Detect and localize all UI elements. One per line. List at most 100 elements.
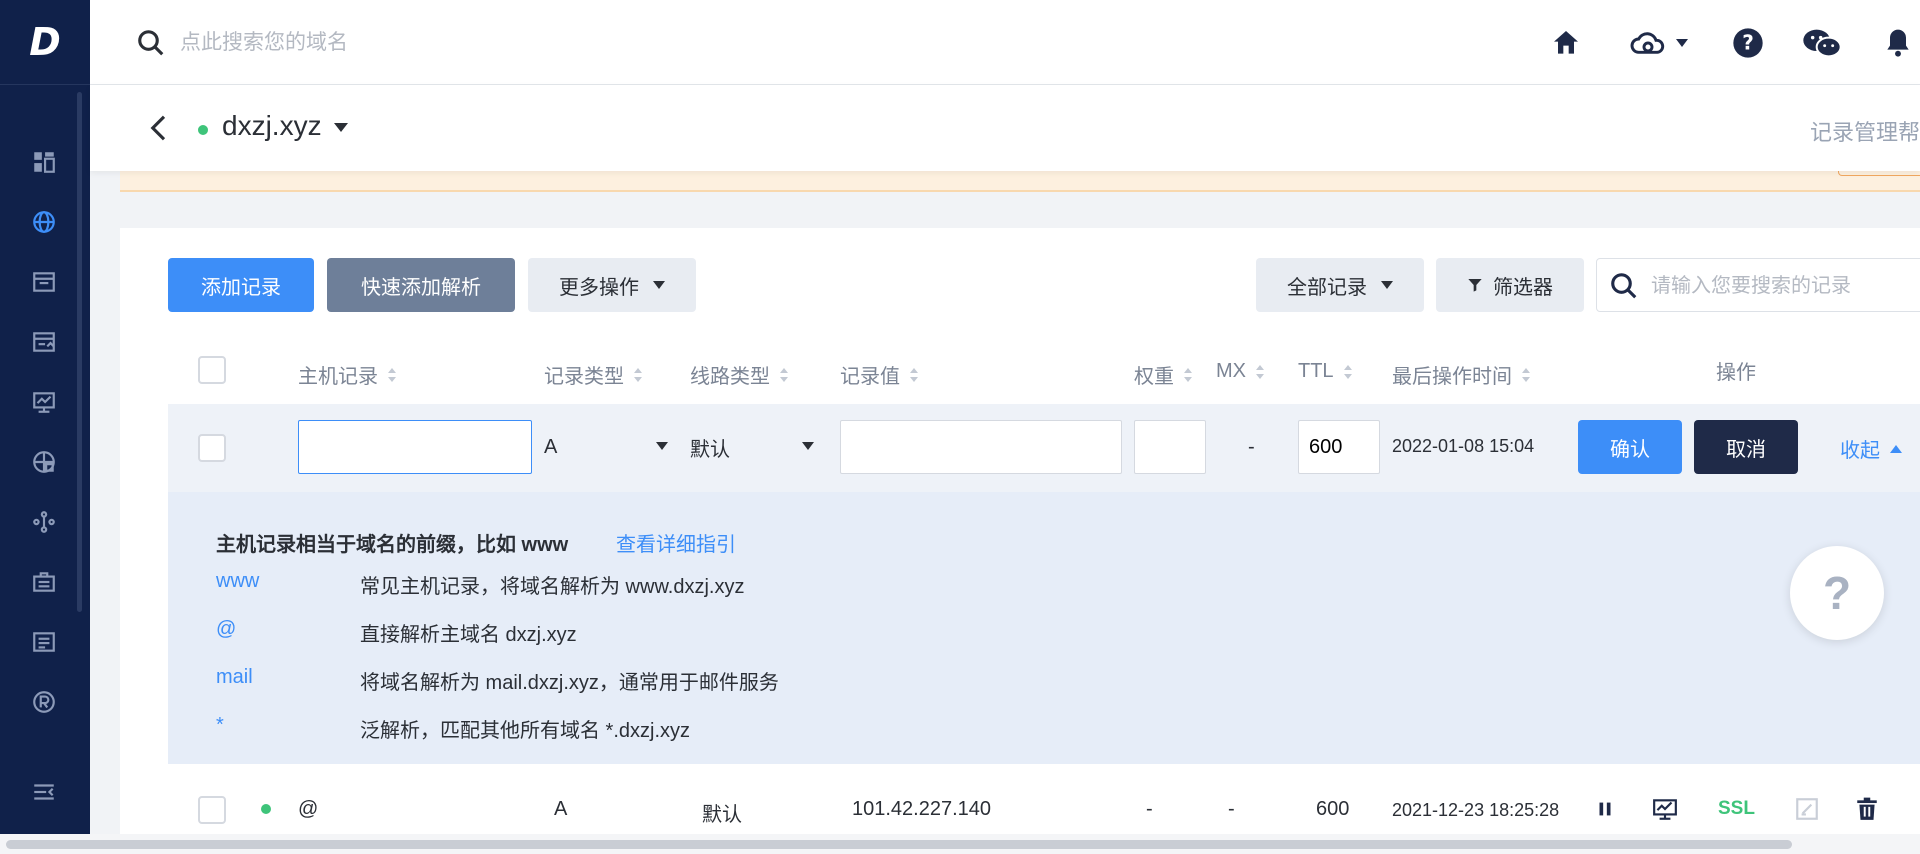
column-header-label: 权重 <box>1134 366 1174 388</box>
host-record-guide: 主机记录相当于域名的前缀，比如 www 查看详细指引 www 常见主机记录，将域… <box>168 492 1920 764</box>
sort-icon <box>1343 364 1352 379</box>
help-button[interactable]: ? <box>1732 24 1764 62</box>
add-record-button[interactable]: 添加记录 <box>168 258 314 312</box>
horizontal-scrollbar-thumb[interactable] <box>6 840 1792 849</box>
sidebar-collapse-button[interactable] <box>26 774 62 810</box>
column-header-line[interactable]: 线路类型 <box>690 360 788 389</box>
home-icon <box>1554 31 1578 54</box>
collapse-label: 收起 <box>1840 440 1880 462</box>
search-icon <box>1611 273 1637 299</box>
record-search-box[interactable] <box>1596 258 1920 312</box>
chevron-down-icon <box>653 281 665 289</box>
record-help-link[interactable]: 记录管理帮 <box>1810 115 1920 147</box>
wechat-button[interactable] <box>1802 24 1842 62</box>
column-header-ttl[interactable]: TTL <box>1298 360 1352 383</box>
document-icon <box>33 632 55 652</box>
domain-search-input[interactable] <box>180 24 680 62</box>
sort-icon <box>780 367 788 382</box>
line-type-select[interactable]: 默认 <box>690 420 814 474</box>
sidebar-scrollbar[interactable] <box>77 92 82 612</box>
domain-name[interactable]: dxzj.xyz <box>222 110 322 142</box>
column-header-label: 线路类型 <box>690 366 770 388</box>
ssl-button[interactable]: SSL <box>1718 798 1755 820</box>
column-header-label: 最后操作时间 <box>1392 366 1512 388</box>
notifications-button[interactable] <box>1882 24 1914 62</box>
guide-description: 直接解析主域名 dxzj.xyz <box>360 624 577 646</box>
help-icon: ? <box>1733 28 1763 58</box>
sidebar-item-domains[interactable] <box>26 204 62 240</box>
record-value-input[interactable] <box>840 420 1122 474</box>
home-button[interactable] <box>1550 24 1582 62</box>
pause-icon[interactable] <box>1594 796 1616 822</box>
record-search-input[interactable] <box>1651 269 1920 303</box>
monitor-icon[interactable] <box>1650 796 1680 822</box>
cloud-menu-button[interactable] <box>1628 24 1688 62</box>
records-panel: 添加记录 快速添加解析 更多操作 全部记录 筛选器 主机记录 记录类型 线路类型… <box>120 228 1920 854</box>
chevron-down-icon <box>802 442 814 450</box>
chevron-down-icon <box>1676 39 1688 47</box>
back-arrow-icon[interactable] <box>144 111 174 145</box>
column-header-time[interactable]: 最后操作时间 <box>1392 360 1530 389</box>
sidebar-item-registered[interactable] <box>26 684 62 720</box>
edit-icon[interactable] <box>1794 796 1820 822</box>
wechat-icon <box>1803 29 1842 58</box>
app-logo[interactable]: D <box>22 20 68 64</box>
sidebar-item-global[interactable] <box>26 444 62 480</box>
record-type-select[interactable]: A <box>544 420 668 474</box>
sidebar-divider <box>0 84 90 85</box>
cancel-button[interactable]: 取消 <box>1694 420 1798 474</box>
column-header-label: 记录值 <box>840 366 900 388</box>
column-header-label: TTL <box>1298 360 1334 382</box>
browser-icon <box>33 332 55 352</box>
monitor-icon <box>33 392 55 413</box>
filter-button[interactable]: 筛选器 <box>1436 258 1584 312</box>
nodes-icon <box>33 511 55 533</box>
chevron-down-icon[interactable] <box>334 123 348 132</box>
bell-icon <box>1887 29 1909 57</box>
trash-icon[interactable] <box>1854 794 1880 824</box>
guide-detail-link[interactable]: 查看详细指引 <box>616 528 736 557</box>
column-header-host[interactable]: 主机记录 <box>298 360 396 389</box>
sort-icon <box>634 367 642 382</box>
column-header-label: 主机记录 <box>298 366 378 388</box>
confirm-button[interactable]: 确认 <box>1578 420 1682 474</box>
row-checkbox[interactable] <box>198 796 226 824</box>
edit-record-row: A 默认 - 2022-01-08 15:04 确认 取消 收起 <box>168 404 1920 492</box>
mx-value: - <box>1248 436 1255 458</box>
line-type-value: 默认 <box>690 438 730 461</box>
row-checkbox[interactable] <box>198 434 226 462</box>
select-all-checkbox[interactable] <box>198 356 226 384</box>
sort-icon <box>1184 367 1192 382</box>
sidebar-item-browser[interactable] <box>26 324 62 360</box>
sidebar-item-briefcase[interactable] <box>26 564 62 600</box>
column-header-mx[interactable]: MX <box>1216 360 1264 383</box>
sidebar-item-documents[interactable] <box>26 624 62 660</box>
sidebar-item-nodes[interactable] <box>26 504 62 540</box>
filter-icon <box>1468 279 1482 292</box>
sidebar-item-monitor[interactable] <box>26 384 62 420</box>
record-time: 2021-12-23 18:25:28 <box>1392 800 1560 820</box>
column-header-type[interactable]: 记录类型 <box>544 360 642 389</box>
last-modified-time: 2022-01-08 15:04 <box>1392 436 1535 456</box>
more-actions-button[interactable]: 更多操作 <box>528 258 696 312</box>
floating-help-button[interactable]: ? <box>1790 546 1884 640</box>
guide-key: @ <box>216 618 237 640</box>
more-actions-label: 更多操作 <box>559 276 639 299</box>
sort-icon <box>910 367 918 382</box>
host-record-input[interactable] <box>298 420 532 474</box>
record-type: A <box>554 798 568 820</box>
collapse-button[interactable]: 收起 <box>1840 434 1902 463</box>
top-bar: ? <box>90 0 1920 85</box>
column-header-weight[interactable]: 权重 <box>1134 360 1192 389</box>
chevron-down-icon <box>1381 281 1393 289</box>
sidebar-item-dashboard[interactable] <box>26 144 62 180</box>
all-records-dropdown[interactable]: 全部记录 <box>1256 258 1424 312</box>
record-status-dot <box>261 804 271 814</box>
quick-add-button[interactable]: 快速添加解析 <box>327 258 515 312</box>
ttl-input[interactable] <box>1298 420 1380 474</box>
column-header-value[interactable]: 记录值 <box>840 360 918 389</box>
weight-input[interactable] <box>1134 420 1206 474</box>
record-mx: - <box>1228 798 1235 820</box>
collapse-menu-icon <box>34 784 54 800</box>
sidebar-item-window[interactable] <box>26 264 62 300</box>
